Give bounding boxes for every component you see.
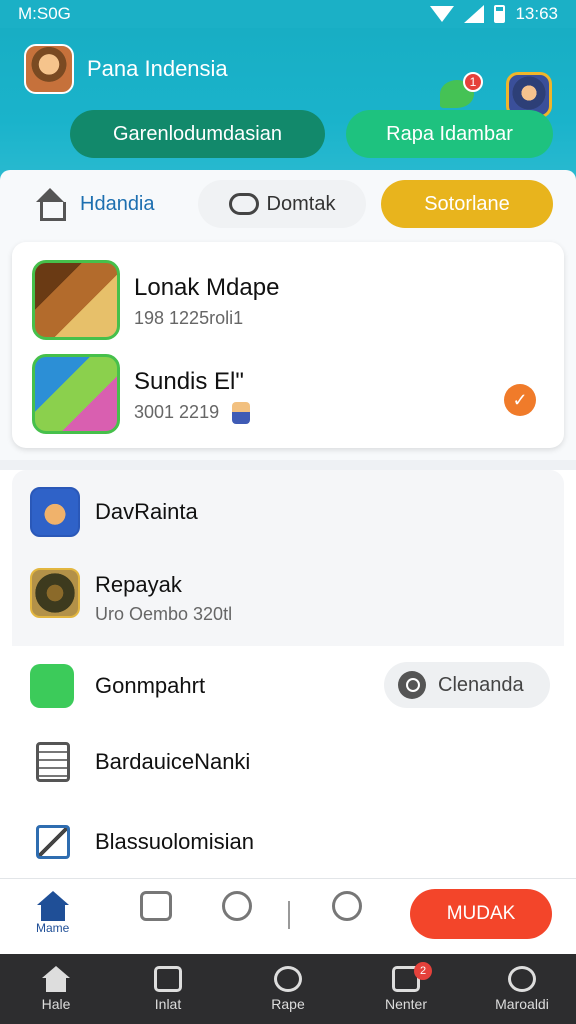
bottom-nav-inlat[interactable]: Inlat — [128, 966, 208, 1012]
chat-badge: 1 — [463, 72, 483, 92]
bottom-nav-maroaldi[interactable]: Maroaldi — [482, 966, 562, 1012]
game-meta: 198 1225roli1 — [134, 308, 244, 328]
menu-item-davrainta[interactable]: DavRainta — [0, 480, 576, 544]
menu-item-label: Blassuolomisian — [95, 829, 254, 854]
game-icon — [30, 568, 80, 618]
link-circle-icon — [222, 891, 252, 921]
nav-link[interactable] — [222, 891, 252, 921]
game-meta-text: 3001 2219 — [134, 402, 220, 422]
bottom-nav: Hale Inlat Rape 2 Nenter Maroaldi — [0, 954, 576, 1024]
square-icon — [154, 966, 182, 992]
menu-item-blassuolo[interactable]: Blassuolomisian — [0, 810, 576, 874]
divider — [288, 901, 290, 929]
primary-nav: Mame MUDAK — [0, 878, 576, 954]
game-title: Sundis El" — [134, 368, 244, 395]
search-icon — [398, 671, 426, 699]
bottom-nav-label: Rape — [271, 996, 305, 1012]
home-icon — [36, 891, 69, 921]
bottom-nav-label: Hale — [41, 996, 71, 1012]
game-list: Lonak Mdape 198 1225roli1 Sundis El" 300… — [12, 242, 564, 448]
notification-badge: 2 — [414, 962, 432, 980]
bottom-nav-rape[interactable]: Rape — [248, 966, 328, 1012]
game-meta: 3001 2219 — [134, 402, 251, 425]
menu-item-label: Repayak — [95, 572, 182, 597]
link-icon — [228, 193, 259, 215]
nav-home-label: Mame — [36, 921, 70, 935]
mudak-button[interactable]: MUDAK — [410, 889, 552, 939]
app-title: Pana Indensia — [87, 56, 228, 81]
search-label: Clenanda — [438, 673, 524, 696]
nav-home[interactable]: Mame — [36, 891, 69, 935]
bottom-nav-nenter[interactable]: 2 Nenter — [366, 962, 446, 1012]
check-icon[interactable]: ✓ — [504, 384, 536, 416]
menu-item-label: BardauiceNanki — [95, 749, 251, 774]
secondary-pill-button[interactable]: Rapa Idambar — [346, 110, 553, 158]
nav-profile[interactable] — [140, 891, 172, 921]
document-icon — [36, 742, 70, 782]
menu-item-sub: Uro Oembo 320tl — [95, 604, 233, 624]
chat-green-icon — [30, 664, 74, 708]
clock: 13:63 — [515, 4, 558, 23]
menu-item-repayak[interactable]: Repayak Uro Oembo 320tl — [0, 566, 576, 630]
menu-item-label: DavRainta — [95, 499, 198, 524]
game-thumbnail — [32, 354, 120, 434]
chart-icon — [36, 825, 70, 859]
list-item[interactable]: Sundis El" 3001 2219 ✓ — [12, 354, 564, 440]
carrier-label: M:S0G — [18, 4, 71, 23]
status-bar: M:S0G 13:63 — [0, 0, 576, 28]
game-thumbnail — [32, 260, 120, 340]
bottom-nav-label: Nenter — [384, 996, 428, 1012]
bottom-nav-label: Inlat — [154, 996, 182, 1012]
primary-pill-button[interactable]: Garenlodumdasian — [70, 110, 325, 158]
menu-item-bardauice[interactable]: BardauiceNanki — [0, 730, 576, 794]
friends-icon — [332, 891, 362, 921]
app-header: Pana Indensia 1 Garenlodumdasian Rapa Id… — [0, 28, 576, 183]
profile-frame-icon — [140, 891, 172, 921]
user-avatar[interactable] — [24, 44, 74, 94]
tab-solution[interactable]: Sotorlane — [381, 180, 553, 228]
bottom-nav-label: Maroaldi — [495, 996, 549, 1012]
tab-contact-label: Domtak — [266, 192, 336, 215]
search-button[interactable]: Clenanda — [384, 662, 550, 708]
battery-icon — [494, 5, 506, 23]
game-title: Lonak Mdape — [134, 274, 280, 301]
system-icons: 13:63 — [430, 4, 558, 24]
signal-icon — [464, 5, 485, 23]
wifi-icon — [430, 6, 455, 22]
tab-home[interactable]: Hdandia — [34, 180, 155, 228]
home-outline-icon — [34, 188, 66, 221]
tab-contact[interactable]: Domtak — [198, 180, 366, 228]
character-icon — [30, 487, 80, 537]
circle-icon — [274, 966, 302, 992]
nav-friends[interactable] — [332, 891, 362, 921]
house-icon — [42, 966, 70, 992]
menu-item-label: Gonmpahrt — [95, 673, 206, 698]
tab-home-label: Hdandia — [80, 192, 155, 215]
person-icon — [508, 966, 536, 992]
bottom-nav-hale[interactable]: Hale — [16, 966, 96, 1012]
player-icon — [232, 402, 251, 425]
list-item[interactable]: Lonak Mdape 198 1225roli1 — [12, 260, 564, 346]
tab-solution-label: Sotorlane — [424, 192, 510, 215]
